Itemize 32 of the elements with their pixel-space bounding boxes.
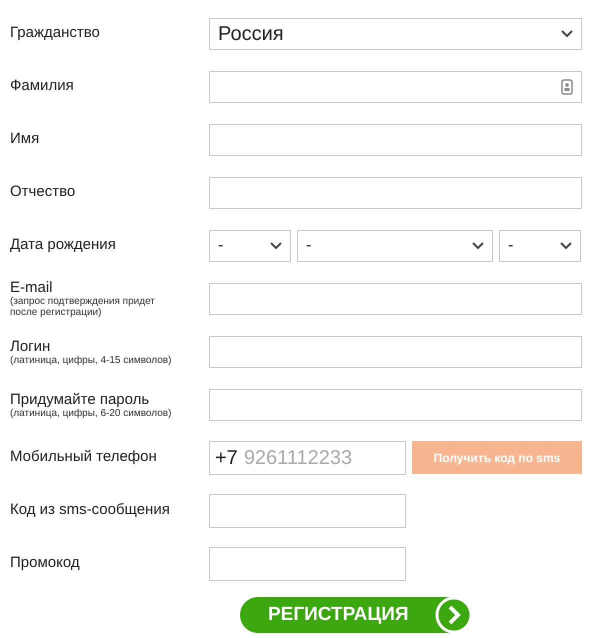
text-field[interactable] [209, 124, 582, 156]
phone-field[interactable]: +7 9261112233 [209, 440, 406, 474]
text-field[interactable] [209, 388, 582, 420]
date-select[interactable]: - [209, 230, 291, 262]
chevron-down-icon [561, 30, 573, 38]
chevron-down-icon [472, 242, 484, 250]
country-select[interactable]: Россия [209, 18, 582, 50]
field-hint: (латиница, цифры, 4-15 символов) [10, 354, 172, 366]
text-field[interactable] [209, 176, 582, 208]
field-label: Мобильный телефон [10, 448, 158, 467]
field-label: Гражданство [10, 24, 101, 43]
field-label: Логин [10, 338, 52, 354]
chevron-down-icon [560, 242, 572, 250]
text-field[interactable] [209, 70, 582, 102]
field-label: Фамилия [10, 77, 75, 96]
text-field[interactable] [209, 282, 582, 314]
text-field[interactable] [209, 494, 406, 528]
date-select[interactable]: - [297, 230, 493, 262]
date-select[interactable]: - [499, 230, 581, 262]
chevron-right-icon [435, 596, 473, 634]
field-label: Промокод [10, 554, 81, 573]
chevron-down-icon [270, 242, 282, 250]
field-label: E-mail [10, 279, 54, 296]
field-label: Имя [10, 130, 40, 149]
text-field[interactable] [209, 336, 582, 368]
field-label: Отчество [10, 183, 76, 202]
field-label: Придумайте пароль [10, 390, 150, 408]
field-hint: (латиница, цифры, 6-20 символов) [10, 408, 172, 418]
text-field[interactable] [209, 546, 406, 580]
field-hint: (запрос подтверждения придет после регистрации) [10, 296, 156, 318]
field-label: Код из sms-сообщения [10, 501, 171, 520]
field-label: Дата рождения [10, 236, 117, 255]
